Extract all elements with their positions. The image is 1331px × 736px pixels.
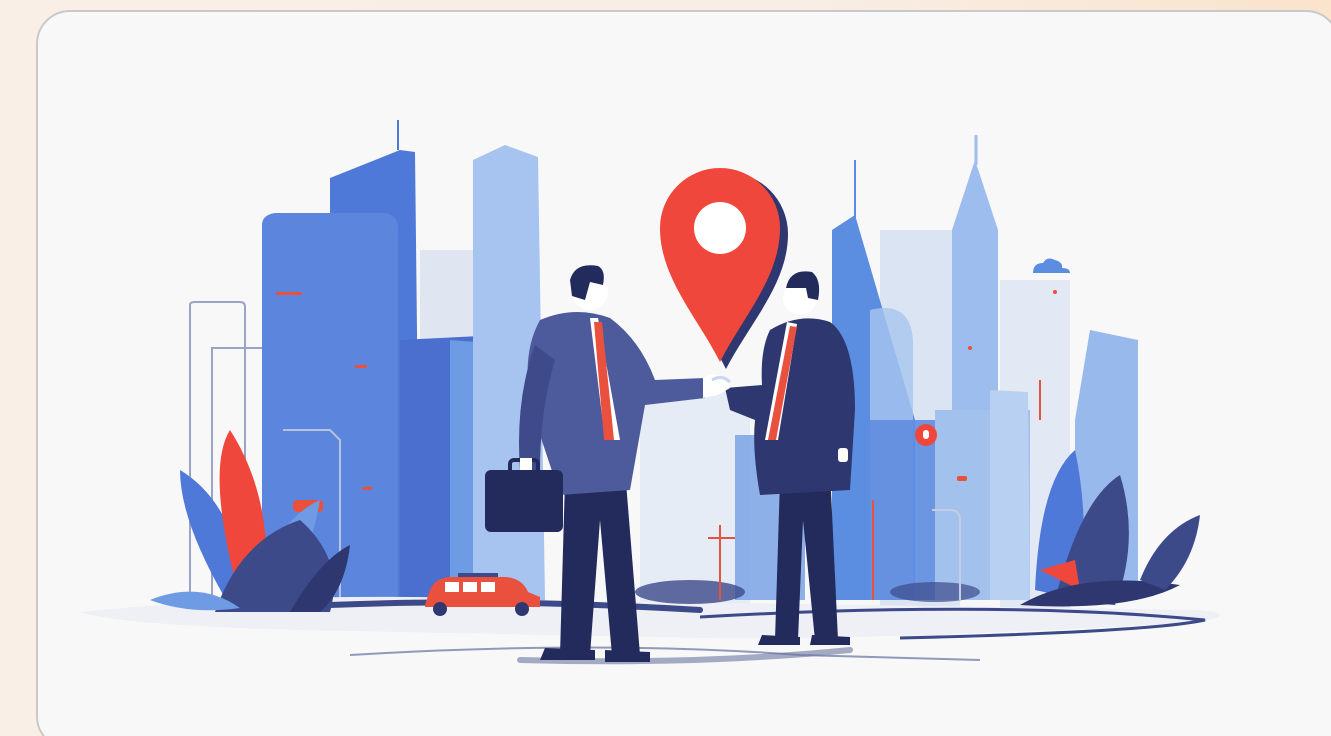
city-handshake-illustration	[80, 120, 1220, 665]
cloud-icon	[1033, 258, 1070, 273]
page	[0, 0, 1331, 736]
